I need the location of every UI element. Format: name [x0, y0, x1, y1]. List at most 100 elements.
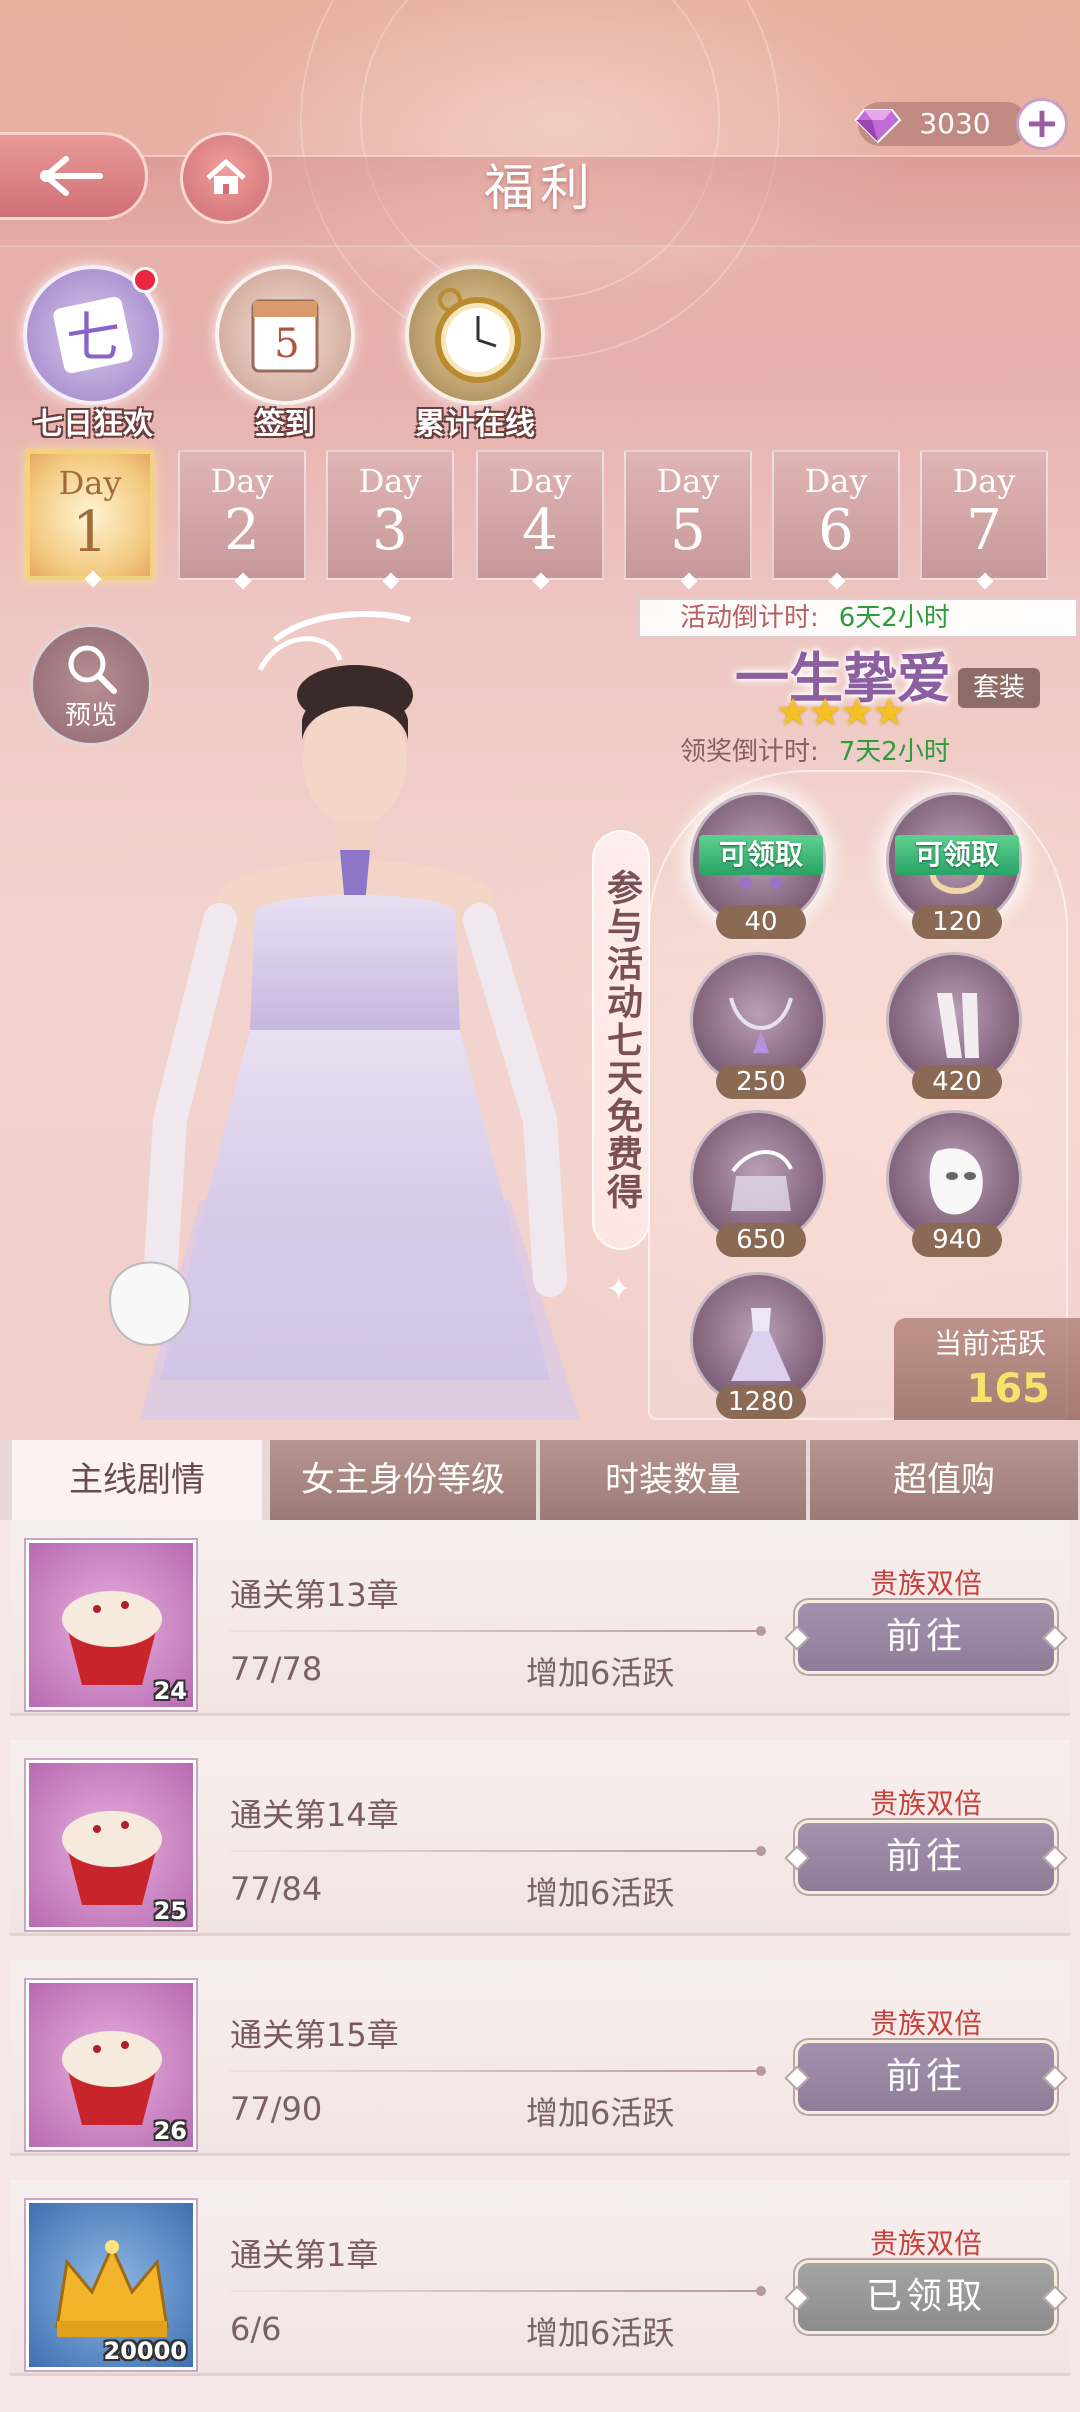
task-progress: 77/90	[230, 2090, 323, 2128]
task-reward-icon: 26	[26, 1980, 196, 2150]
activity-label: 累计在线	[415, 407, 535, 442]
current-activity-label: 当前活跃	[934, 1327, 1047, 1360]
necklace-icon	[729, 997, 793, 1053]
reward-item-5[interactable]: 650	[690, 1110, 826, 1257]
task-divider	[230, 1626, 766, 1636]
activity-seven-days[interactable]: 七 七日狂欢	[18, 265, 168, 443]
task-reward: 增加6活跃	[526, 1874, 675, 1912]
day-tab-6[interactable]: Day 6	[772, 450, 900, 590]
reward-countdown-value: 7天2小时	[838, 737, 950, 767]
day-word: Day	[210, 462, 274, 500]
go-button[interactable]: 前往	[795, 1820, 1057, 1894]
activity-sign-in[interactable]: 5 签到	[210, 265, 360, 443]
day-number: 3	[372, 498, 408, 563]
reward-value: 940	[912, 1223, 1002, 1257]
day-tab-3[interactable]: Day 3	[326, 450, 454, 590]
task-item-count: 20000	[103, 2337, 188, 2365]
day-number: 1	[72, 500, 108, 565]
reward-item-3[interactable]: 250	[690, 952, 826, 1099]
day-tab-1[interactable]: Day 1	[26, 450, 154, 588]
tab-main-story[interactable]: 主线剧情	[12, 1440, 264, 1520]
day-tab-7[interactable]: Day 7	[920, 450, 1048, 590]
hair-veil-icon	[731, 1150, 793, 1211]
home-button[interactable]	[180, 132, 272, 224]
event-banner: 参与活动七天免费得	[592, 830, 650, 1250]
back-arrow-icon	[39, 156, 103, 196]
task-divider	[230, 2286, 766, 2296]
reward-item-1[interactable]: 可领取 40	[690, 792, 826, 939]
day-word: Day	[952, 462, 1016, 500]
reward-value: 420	[912, 1065, 1002, 1099]
task-reward-icon: 20000	[26, 2200, 196, 2370]
task-title: 通关第14章	[230, 1796, 399, 1834]
noble-double-label: 贵族双倍	[870, 1567, 983, 1600]
category-tab-bar: 主线剧情 女主身份等级 时装数量 超值购	[0, 1440, 1080, 1520]
go-button[interactable]: 前往	[795, 2040, 1057, 2114]
cupcake-icon	[62, 1811, 162, 1905]
tab-outfit-count[interactable]: 时装数量	[540, 1440, 808, 1520]
tab-value-purchase[interactable]: 超值购	[810, 1440, 1080, 1520]
cupcake-icon	[62, 2031, 162, 2125]
task-title: 通关第1章	[230, 2236, 379, 2274]
day-word: Day	[804, 462, 868, 500]
calendar-icon: 5	[215, 265, 355, 405]
add-gems-button[interactable]: +	[1016, 98, 1068, 150]
reward-item-4[interactable]: 420	[886, 952, 1022, 1099]
set-tag: 套装	[958, 668, 1040, 708]
reward-item-7[interactable]: 1280	[690, 1272, 826, 1419]
task-title: 通关第15章	[230, 2016, 399, 2054]
day-number: 7	[966, 498, 1002, 563]
task-divider	[230, 1846, 766, 1856]
activity-online-time[interactable]: 累计在线	[400, 265, 550, 443]
activity-label: 七日狂欢	[33, 407, 153, 442]
claimable-label: 可领取	[895, 835, 1019, 875]
crown-icon	[55, 2240, 169, 2337]
mask-icon	[929, 1148, 983, 1215]
noble-double-label: 贵族双倍	[870, 1787, 983, 1820]
reward-item-6[interactable]: 940	[886, 1110, 1022, 1257]
calendar-number: 5	[274, 321, 299, 367]
task-divider	[230, 2066, 766, 2076]
noble-double-label: 贵族双倍	[870, 2227, 983, 2260]
home-icon	[206, 159, 246, 194]
diamond-icon	[854, 109, 902, 144]
tab-identity-level[interactable]: 女主身份等级	[270, 1440, 538, 1520]
task-item-count: 24	[153, 1677, 187, 1705]
task-list: 24 通关第13章 77/78 增加6活跃 贵族双倍 前往 25 通关第14章 …	[0, 1520, 1080, 2412]
claimable-label: 可领取	[699, 835, 823, 875]
day-tab-5[interactable]: Day 5	[624, 450, 752, 590]
day-word: Day	[508, 462, 572, 500]
reward-item-2[interactable]: 可领取 120	[886, 792, 1022, 939]
task-reward-icon: 24	[26, 1540, 196, 1710]
gloves-icon	[937, 993, 979, 1058]
task-progress: 77/84	[230, 1870, 323, 1908]
current-activity-value: 165	[966, 1366, 1051, 1412]
task-row: 24 通关第13章 77/78 增加6活跃 贵族双倍 前往	[10, 1520, 1070, 1716]
task-row: 20000 通关第1章 6/6 增加6活跃 贵族双倍 已领取	[10, 2180, 1070, 2376]
day-tab-4[interactable]: Day 4	[476, 450, 604, 590]
reward-countdown: 领奖倒计时: 7天2小时	[680, 731, 950, 768]
page-title: 福利	[484, 159, 596, 217]
claimed-button[interactable]: 已领取	[795, 2260, 1057, 2334]
task-row: 25 通关第14章 77/84 增加6活跃 贵族双倍 前往	[10, 1740, 1070, 1936]
sparkle-icon: ✦	[606, 1272, 632, 1307]
reward-countdown-label: 领奖倒计时:	[680, 737, 819, 767]
back-button[interactable]	[0, 132, 148, 220]
task-progress: 6/6	[230, 2310, 282, 2348]
rating-stars: ★★★★	[776, 690, 906, 734]
pocket-watch-icon	[405, 265, 545, 405]
gem-amount: 3030	[919, 107, 991, 140]
task-reward: 增加6活跃	[526, 2314, 675, 2352]
day-number: 2	[224, 498, 260, 563]
task-reward: 增加6活跃	[526, 2094, 675, 2132]
reward-value: 40	[716, 905, 806, 939]
activity-label: 签到	[255, 407, 315, 442]
go-button[interactable]: 前往	[795, 1600, 1057, 1674]
countdown-value: 6天2小时	[838, 603, 950, 633]
day-tab-2[interactable]: Day 2	[178, 450, 306, 590]
cupcake-icon	[62, 1591, 162, 1685]
character-figure	[108, 611, 580, 1420]
notification-dot	[132, 267, 158, 293]
task-item-count: 25	[153, 1897, 187, 1925]
task-item-count: 26	[153, 2117, 187, 2145]
